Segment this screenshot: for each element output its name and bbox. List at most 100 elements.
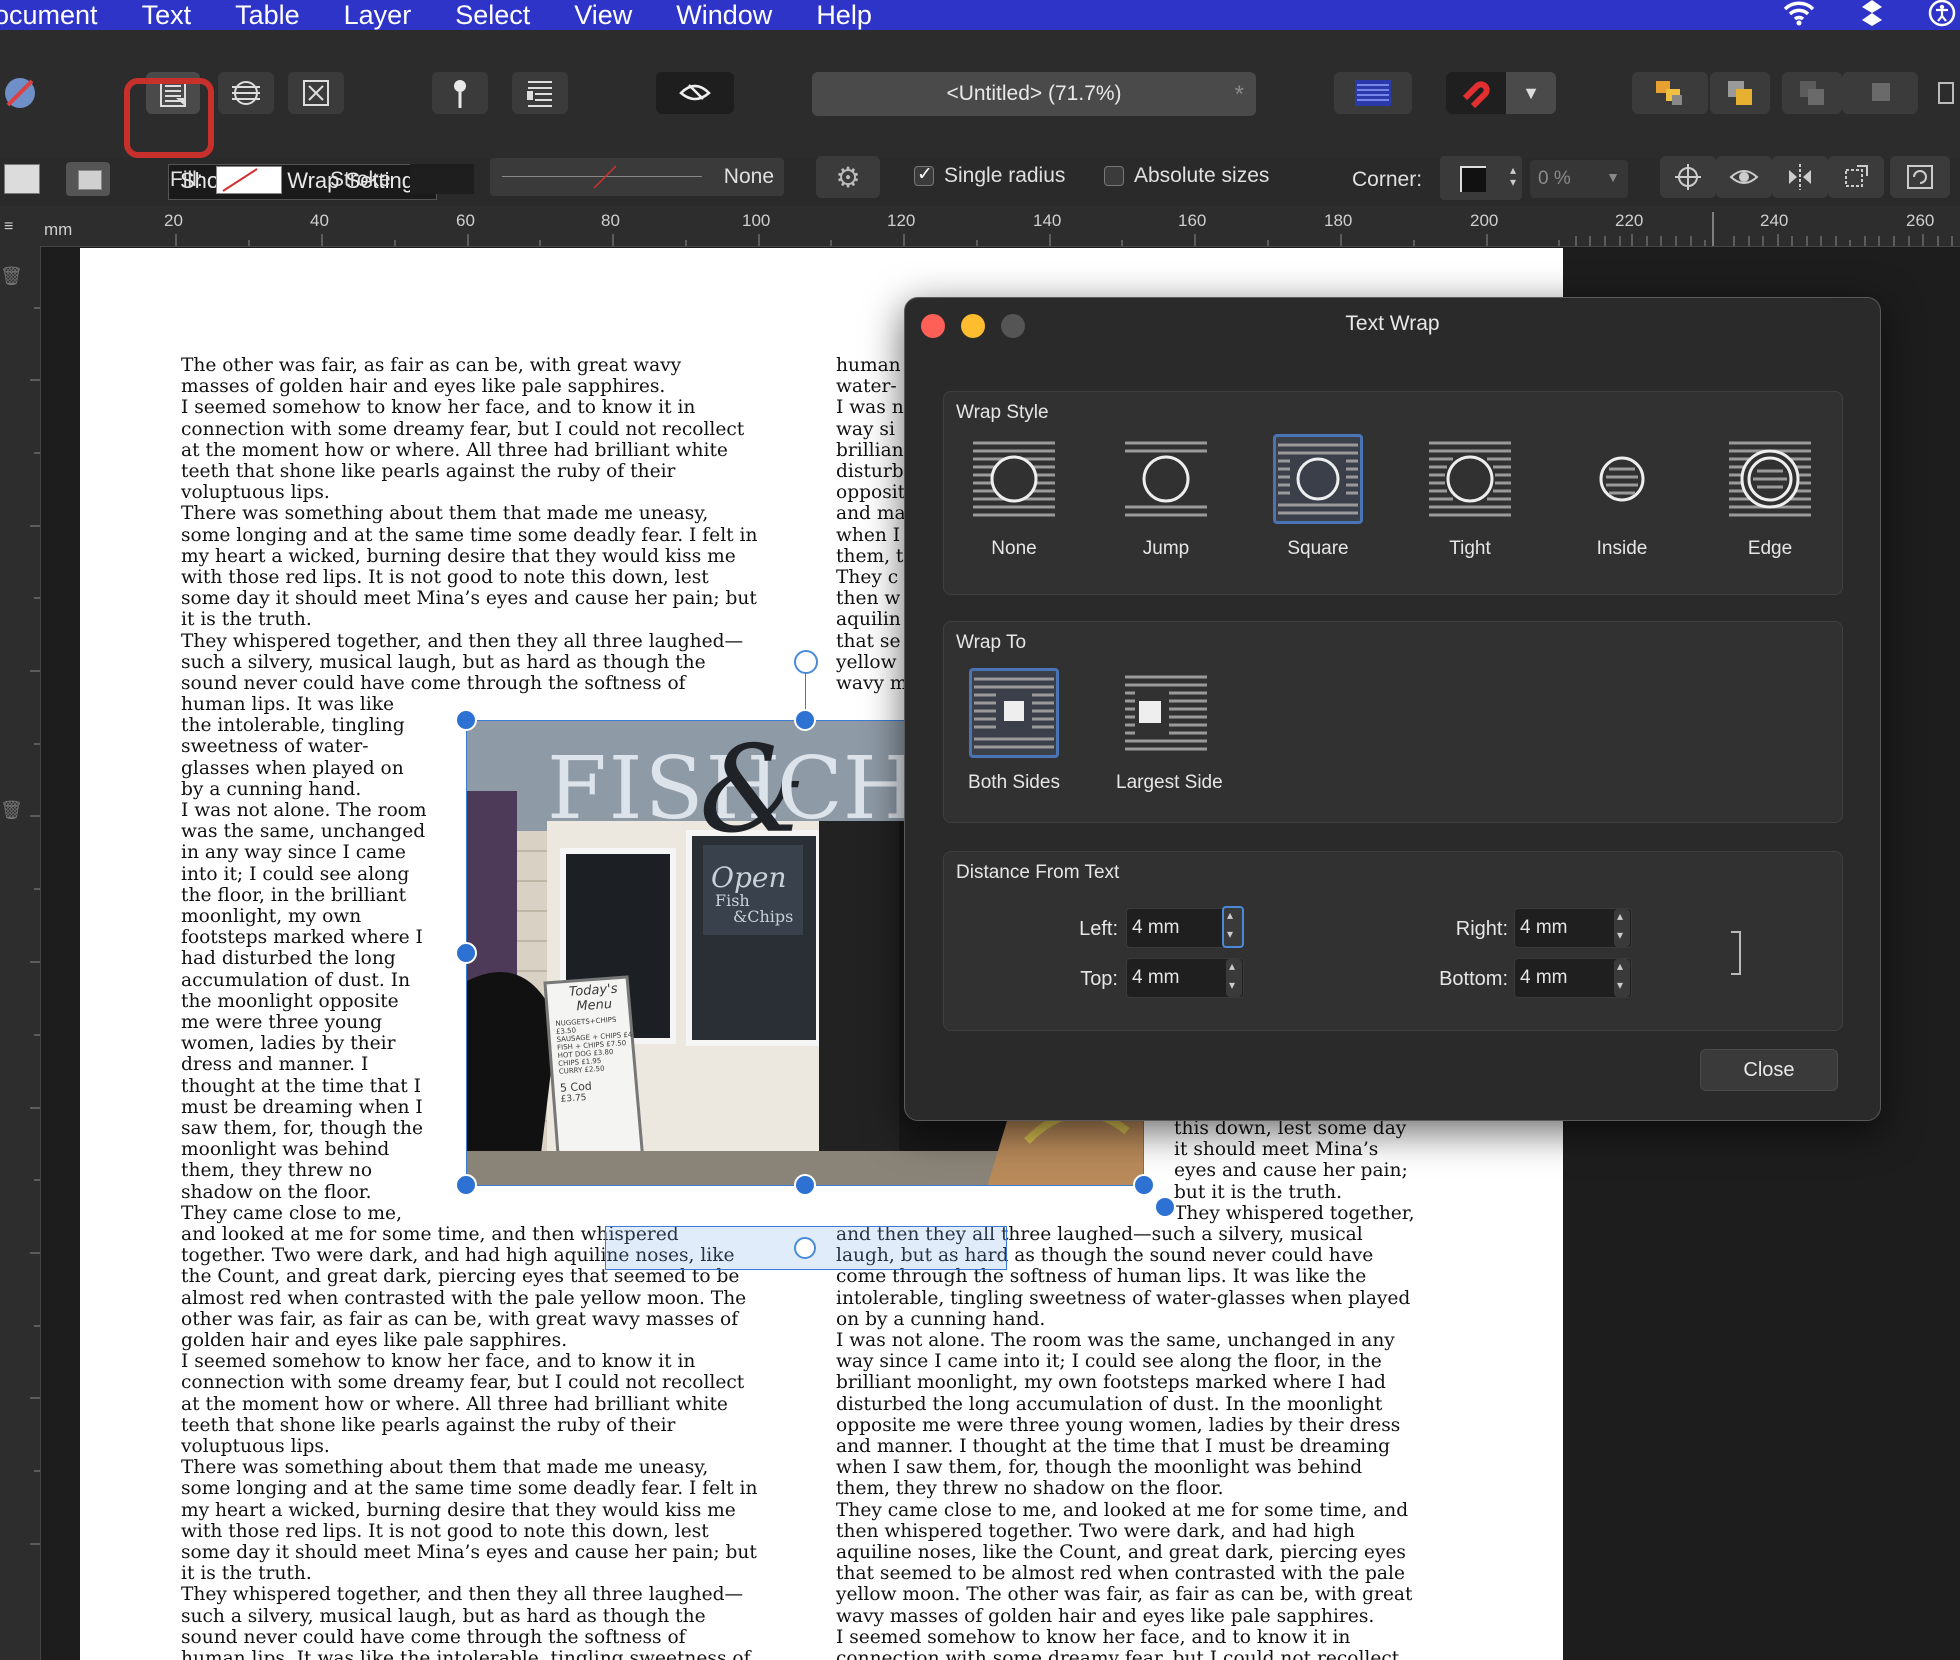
magnet-icon (1446, 72, 1506, 114)
persona-button[interactable] (0, 72, 40, 114)
fill-swatch[interactable] (216, 166, 282, 194)
highlight-ring (124, 78, 214, 158)
arrange-front-button[interactable] (1632, 72, 1708, 114)
wrap-style-square[interactable]: Square (1268, 434, 1368, 560)
wrap-style-tight[interactable]: Tight (1420, 434, 1520, 560)
top-distance-stepper[interactable] (1226, 959, 1242, 997)
text-line: I seemed somehow to know her face, and t… (181, 1351, 696, 1373)
menu-help[interactable]: Help (816, 0, 872, 31)
rotate-button[interactable] (1890, 156, 1950, 198)
fill-label: Fill: (170, 168, 203, 191)
text-line: opposite me were three young women, ladi… (836, 1414, 1401, 1436)
text-line: thought at the time that I (181, 1075, 421, 1097)
wifi-icon[interactable] (1782, 0, 1816, 31)
text-column-left-top[interactable]: The other was fair, as fair as can be, w… (181, 355, 757, 694)
right-distance-stepper[interactable] (1614, 909, 1630, 947)
baseline-grid-button[interactable] (1334, 72, 1412, 114)
menu-select[interactable]: Select (455, 0, 530, 31)
horizontal-ruler[interactable]: ≡ mm 20 40 60 80 100 120 140 160 180 200… (0, 206, 1960, 247)
wrap-to-group: Wrap To Both Sides Largest Side (943, 621, 1843, 823)
frame-break-button[interactable] (288, 72, 344, 114)
transform-button[interactable] (1828, 156, 1884, 198)
style-swatch[interactable] (4, 164, 40, 194)
snapping-button[interactable]: ▼ (1446, 72, 1556, 114)
vertical-ruler[interactable]: 🗑 🗑 20 40 60 80 100 120 140 160 180 (0, 246, 61, 1660)
corner-type-select[interactable]: ▴ ▾ (1440, 156, 1522, 200)
text-line: had disturbed the long (181, 948, 396, 970)
wrap-object-button[interactable] (218, 72, 274, 114)
text-column-left-bottom[interactable]: and looked at me for some time, and then… (181, 1224, 757, 1660)
wrap-both-sides-icon (969, 668, 1059, 758)
wrap-to-largest-side[interactable]: Largest Side (1116, 668, 1223, 794)
trash-icon[interactable]: 🗑 (0, 266, 23, 287)
wrap-style-edge[interactable]: Edge (1720, 434, 1820, 560)
app-extension-icon[interactable] (1860, 0, 1884, 32)
resize-handle-top-left[interactable] (455, 709, 477, 731)
wrap-style-jump[interactable]: Jump (1116, 434, 1216, 560)
resize-handle-bottom-right[interactable] (1133, 1174, 1155, 1196)
close-button[interactable]: Close (1700, 1049, 1838, 1091)
arrange-back-button[interactable] (1842, 72, 1918, 114)
settings-button[interactable]: ⚙ (816, 156, 880, 198)
text-wrap-dialog: Text Wrap Wrap Style None Jump Square Ti… (904, 297, 1881, 1121)
text-column-left-wrapped[interactable]: human lips. It was like the intolerable, … (181, 694, 427, 1224)
pin-button[interactable] (432, 72, 488, 114)
flip-horizontal-button[interactable] (1772, 156, 1828, 198)
more-button[interactable] (1930, 72, 1960, 114)
resize-handle-left[interactable] (455, 942, 477, 964)
text-line: the moonlight opposite (181, 990, 399, 1012)
menu-table[interactable]: Table (235, 0, 300, 31)
text-line: connection with some dreamy fear, but I … (181, 418, 745, 440)
wrap-style-group: Wrap Style None Jump Square Tight Inside… (943, 391, 1843, 595)
text-selection-handle[interactable] (794, 1237, 816, 1259)
ruler-tick-label: 20 (164, 211, 183, 230)
absolute-sizes-checkbox[interactable] (1104, 166, 1124, 186)
preview-mode-button[interactable] (656, 72, 734, 114)
text-line: There was something about them that made… (181, 503, 709, 525)
link-values-icon[interactable] (1728, 930, 1748, 981)
text-line: my heart a wicked, burning desire that t… (181, 1499, 736, 1521)
stroke-label: Stroke (330, 168, 391, 191)
view-eye-button[interactable] (1716, 156, 1772, 198)
resize-handle-top[interactable] (794, 709, 816, 731)
single-radius-checkbox[interactable] (914, 163, 934, 186)
document-title-field[interactable]: <Untitled> (71.7%) * (812, 72, 1256, 116)
text-line: that seemed to be almost red when contra… (836, 1563, 1405, 1585)
rotate-handle[interactable] (794, 650, 818, 674)
right-distance-value: 4 mm (1520, 917, 1568, 938)
text-line: dress and manner. I (181, 1054, 369, 1076)
menu-document[interactable]: ocument (0, 0, 98, 31)
wrap-to-both-sides[interactable]: Both Sides (964, 668, 1064, 794)
trash-icon[interactable]: 🗑 (0, 800, 23, 821)
wrap-style-inside[interactable]: Inside (1572, 434, 1672, 560)
menu-text[interactable]: Text (142, 0, 192, 31)
menu-window[interactable]: Window (676, 0, 772, 31)
resize-handle-bottom-left[interactable] (455, 1174, 477, 1196)
corner-value-field[interactable]: 0 % ▼ (1530, 160, 1628, 198)
text-line: way since I came into it; I could see al… (836, 1351, 1382, 1373)
menu-layer[interactable]: Layer (344, 0, 412, 31)
align-text-button[interactable] (512, 72, 568, 114)
wrap-style-none[interactable]: None (964, 434, 1064, 560)
text-column-right-wrapped[interactable]: this down, lest some day it should meet M… (1174, 1118, 1415, 1224)
text-line: opposit (836, 482, 906, 504)
resize-handle-bottom[interactable] (794, 1174, 816, 1196)
ruler-tick-label: 180 (1324, 211, 1353, 230)
crosshair-button[interactable] (1660, 156, 1716, 198)
bottom-distance-stepper[interactable] (1614, 959, 1630, 997)
stroke-style-field[interactable]: None (490, 158, 784, 196)
text-column-right-bottom[interactable]: and then they all three laughed—such a s… (836, 1224, 1412, 1660)
chevron-down-icon[interactable]: ▼ (1506, 83, 1556, 104)
left-distance-stepper[interactable] (1222, 906, 1244, 948)
distance-from-text-group: Distance From Text Left: 4 mm Top: 4 mm … (943, 851, 1843, 1031)
stroke-swatch[interactable] (410, 164, 474, 194)
text-line: women, ladies by their (181, 1033, 396, 1055)
arrange-backward-button[interactable] (1782, 72, 1842, 114)
arrange-forward-button[interactable] (1710, 72, 1770, 114)
text-column-right-top[interactable]: human water- I was n way si brillian disturb o… (836, 355, 908, 694)
resize-handle-extra[interactable] (1154, 1196, 1176, 1218)
menu-view[interactable]: View (574, 0, 632, 31)
accessibility-icon[interactable] (1928, 0, 1956, 32)
style-preset-button[interactable] (66, 162, 110, 196)
text-line: them, they threw no shadow on the floor. (836, 1478, 1224, 1500)
